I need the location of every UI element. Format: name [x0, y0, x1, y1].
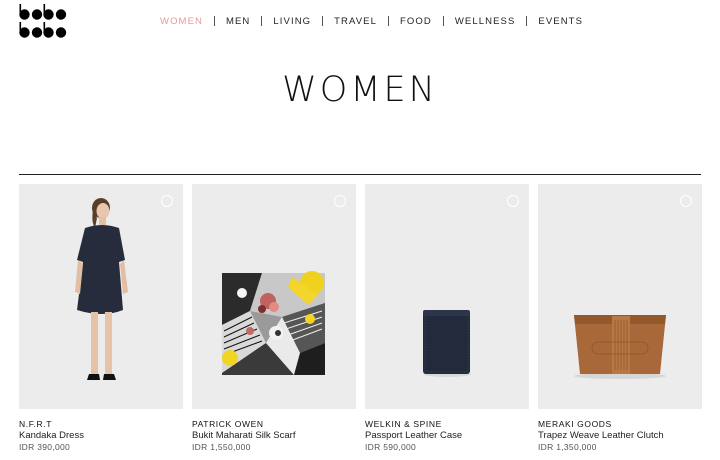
product-image-dress[interactable]: [19, 184, 183, 409]
bobo-logo[interactable]: [19, 4, 69, 40]
product-brand: WELKIN & SPINE: [365, 419, 442, 429]
product-brand: MERAKI GOODS: [538, 419, 612, 429]
nav-travel[interactable]: TRAVEL: [334, 16, 377, 27]
product-image-clutch[interactable]: [538, 184, 702, 409]
title-divider: [19, 174, 701, 175]
nav-living[interactable]: LIVING: [273, 16, 311, 27]
product-name[interactable]: Passport Leather Case: [365, 430, 462, 441]
product-grid: N.F.R.T Kandaka Dress IDR 390,000 PATRIC…: [19, 184, 702, 460]
product-image-scarf[interactable]: [192, 184, 356, 409]
nav-men[interactable]: MEN: [226, 16, 250, 27]
product-price: IDR 1,350,000: [538, 442, 597, 452]
product-price: IDR 590,000: [365, 442, 417, 452]
wishlist-toggle-icon[interactable]: [680, 195, 692, 207]
wishlist-toggle-icon[interactable]: [507, 195, 519, 207]
product-card: WELKIN & SPINE Passport Leather Case IDR…: [365, 184, 529, 460]
model-in-navy-dress-image: [19, 184, 183, 409]
product-price: IDR 390,000: [19, 442, 71, 452]
wishlist-toggle-icon[interactable]: [161, 195, 173, 207]
product-name[interactable]: Trapez Weave Leather Clutch: [538, 430, 664, 441]
tan-leather-clutch-image: [538, 184, 702, 409]
nav-separator: [388, 16, 389, 26]
patterned-silk-scarf-image: [192, 184, 356, 409]
wishlist-toggle-icon[interactable]: [334, 195, 346, 207]
product-image-passport-case[interactable]: [365, 184, 529, 409]
nav-separator: [261, 16, 263, 26]
page-title: WOMEN: [282, 70, 438, 110]
bobo-logo-mark: [19, 4, 67, 38]
main-nav: WOMEN MEN LIVING TRAVEL FOOD WELLNESS EV…: [160, 14, 583, 28]
nav-food[interactable]: FOOD: [400, 16, 432, 27]
product-card: PATRICK OWEN Bukit Maharati Silk Scarf I…: [192, 184, 356, 460]
product-name[interactable]: Kandaka Dress: [19, 430, 84, 441]
nav-separator: [322, 16, 324, 26]
nav-wellness[interactable]: WELLNESS: [455, 16, 516, 27]
product-name[interactable]: Bukit Maharati Silk Scarf: [192, 430, 295, 441]
product-brand: PATRICK OWEN: [192, 419, 264, 429]
product-price: IDR 1,550,000: [192, 442, 251, 452]
nav-separator: [213, 16, 215, 26]
product-brand: N.F.R.T: [19, 419, 53, 429]
nav-events[interactable]: EVENTS: [538, 16, 583, 27]
product-card: MERAKI GOODS Trapez Weave Leather Clutch…: [538, 184, 702, 460]
nav-separator: [526, 16, 528, 26]
nav-separator: [442, 16, 444, 26]
navy-passport-case-image: [365, 184, 529, 409]
product-card: N.F.R.T Kandaka Dress IDR 390,000: [19, 184, 183, 460]
nav-women[interactable]: WOMEN: [160, 16, 203, 27]
